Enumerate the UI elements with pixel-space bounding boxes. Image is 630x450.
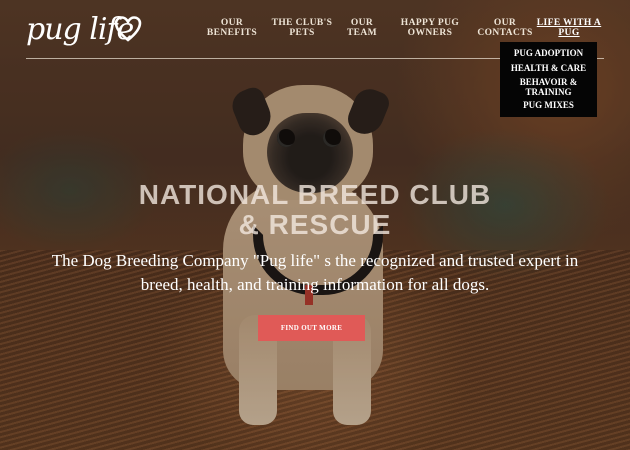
nav-item-our-contacts[interactable]: OUR CONTACTS xyxy=(476,18,534,38)
dropdown-item-health-care[interactable]: HEALTH & CARE xyxy=(500,63,597,73)
nav-dropdown-menu: PUG ADOPTION HEALTH & CARE BEHAVOIR & TR… xyxy=(500,42,597,117)
dropdown-item-behavior-training[interactable]: BEHAVOIR & TRAINING xyxy=(500,77,597,97)
nav-item-life-with-a-pug[interactable]: LIFE WITH A PUG xyxy=(534,18,604,38)
main-nav: OUR BENEFITS THE CLUB'S PETS OUR TEAM HA… xyxy=(200,18,604,38)
hero-subtext: The Dog Breeding Company "Pug life" s th… xyxy=(51,251,579,294)
hero-headline: NATIONAL BREED CLUB & RESCUE xyxy=(138,179,492,240)
nav-item-clubs-pets[interactable]: THE CLUB'S PETS xyxy=(266,18,338,38)
dropdown-item-pug-adoption[interactable]: PUG ADOPTION xyxy=(500,48,597,58)
heart-icon xyxy=(114,16,142,42)
nav-item-our-benefits[interactable]: OUR BENEFITS xyxy=(200,18,264,38)
site-logo[interactable]: pug life xyxy=(26,10,142,52)
find-out-more-button[interactable]: FIND OUT MORE xyxy=(258,315,365,341)
nav-item-happy-pug-owners[interactable]: HAPPY PUG OWNERS xyxy=(388,18,472,38)
nav-item-our-team[interactable]: OUR TEAM xyxy=(340,18,384,38)
dropdown-item-pug-mixes[interactable]: PUG MIXES xyxy=(500,100,597,110)
